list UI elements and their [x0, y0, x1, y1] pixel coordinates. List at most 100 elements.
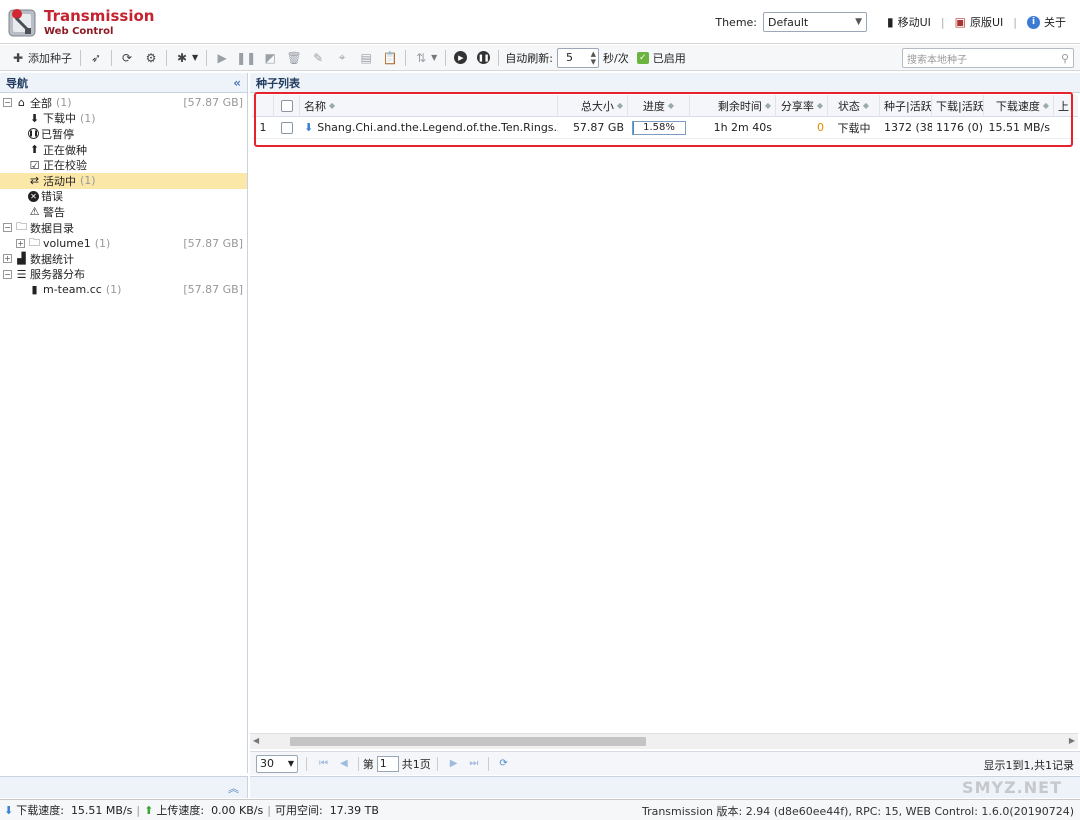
- folder-icon: 🗀: [29, 235, 40, 249]
- start-all-button[interactable]: ➶: [84, 47, 108, 69]
- row-name-cell: ⬇ Shang.Chi.and.the.Legend.of.the.Ten.Ri…: [300, 117, 558, 139]
- select-all-checkbox[interactable]: [280, 99, 293, 112]
- about-link[interactable]: i 关于: [1027, 14, 1066, 30]
- reload-icon[interactable]: ⟳: [493, 758, 513, 769]
- theme-select[interactable]: Default ▼: [763, 12, 868, 32]
- next-page-icon[interactable]: ▶: [444, 758, 464, 769]
- nav-bottom-bar: ︽: [0, 776, 248, 798]
- change-location-button[interactable]: ▤: [354, 47, 378, 69]
- refresh-interval-spinner[interactable]: 5 ▲ ▼: [557, 47, 600, 68]
- col-status[interactable]: 状态 ◆: [828, 94, 880, 117]
- scroll-left-icon[interactable]: ◀: [253, 736, 259, 745]
- spin-down-icon[interactable]: ▼: [591, 58, 596, 66]
- original-ui-link[interactable]: ▣ 原版UI: [955, 14, 1004, 30]
- sort-icon: ◆: [816, 101, 823, 110]
- settings-button[interactable]: ⚙: [139, 47, 163, 69]
- sort-menu-button[interactable]: ⇅ ▼: [409, 47, 442, 69]
- nav-item-active[interactable]: ⇄ 活动中 (1): [0, 172, 247, 189]
- version-info: Transmission 版本: 2.94 (d8e60ee44f), RPC:…: [641, 805, 1074, 818]
- nav-item-label: 正在校验: [43, 159, 87, 173]
- expand-up-icon[interactable]: ︽: [228, 780, 239, 796]
- plugins-menu-button[interactable]: ✱ ▼: [170, 47, 203, 69]
- start-all-circle-button[interactable]: ▶: [449, 47, 472, 69]
- collapse-toggle-icon[interactable]: −: [3, 269, 12, 279]
- page-size-select[interactable]: 30 ▼: [256, 754, 298, 773]
- sort-icon: ◆: [667, 101, 675, 110]
- torrent-remaining: 1h 2m 40s: [713, 121, 772, 134]
- download-icon: ⬇: [29, 111, 40, 125]
- refresh-button[interactable]: ⟳: [115, 47, 139, 69]
- horizontal-scrollbar[interactable]: ◀ ▶: [250, 733, 1078, 749]
- clipboard-icon: 📋: [382, 50, 398, 65]
- nav-item-stats[interactable]: + ▟ 数据统计: [0, 251, 247, 267]
- table-row[interactable]: 1 ⬇ Shang.Chi.and.the.Legend.of.the.Ten.…: [252, 117, 1078, 139]
- remove-torrent-button[interactable]: 🗑: [282, 47, 306, 69]
- rename-button[interactable]: ✎: [306, 47, 330, 69]
- copy-path-button[interactable]: 📋: [378, 47, 402, 69]
- nav-item-mteam[interactable]: ▮ m-team.cc (1) [57.87 GB]: [0, 282, 247, 298]
- nav-item-seeding[interactable]: ⬆ 正在做种: [0, 142, 247, 158]
- collapse-left-icon[interactable]: «: [233, 76, 241, 90]
- nav-item-volume1[interactable]: + 🗀 volume1 (1) [57.87 GB]: [0, 235, 247, 251]
- col-name[interactable]: 名称 ◆: [300, 94, 558, 117]
- sort-icon: ◆: [764, 101, 771, 110]
- start-torrent-button[interactable]: ▶: [210, 47, 234, 69]
- col-extra[interactable]: 上: [1054, 95, 1078, 117]
- mobile-ui-link[interactable]: ▮ 移动UI: [887, 14, 931, 30]
- collapse-toggle-icon[interactable]: −: [3, 98, 12, 108]
- reannounce-button[interactable]: ⌖: [330, 47, 354, 69]
- nav-item-error[interactable]: ✕ 错误: [0, 189, 247, 205]
- download-arrow-icon: ⬇: [4, 803, 14, 817]
- spin-up-icon[interactable]: ▲: [591, 50, 596, 58]
- nav-item-server[interactable]: − ☰ 服务器分布: [0, 267, 247, 283]
- scroll-right-icon[interactable]: ▶: [1069, 736, 1075, 745]
- col-index: [252, 94, 274, 117]
- col-progress[interactable]: 进度 ◆: [628, 94, 690, 117]
- nav-item-count: (1): [56, 96, 72, 110]
- first-page-icon[interactable]: ⏮: [313, 758, 334, 769]
- col-ratio[interactable]: 分享率 ◆: [776, 94, 828, 117]
- expand-toggle-icon[interactable]: +: [3, 254, 12, 264]
- error-icon: ✕: [28, 190, 39, 202]
- nav-item-downloading[interactable]: ⬇ 下载中 (1): [0, 111, 247, 127]
- nav-item-paused[interactable]: ❚❚ 已暂停: [0, 126, 247, 142]
- play-square-icon: ▶: [217, 50, 227, 65]
- progress-bar-fill: [633, 121, 634, 134]
- col-remaining[interactable]: 剩余时间 ◆: [690, 94, 776, 117]
- pause-all-circle-button[interactable]: ❚❚: [472, 47, 495, 69]
- col-select: [274, 94, 300, 117]
- col-speed[interactable]: 下载速度 ◆: [984, 94, 1054, 117]
- nav-item-label: 警告: [43, 205, 65, 219]
- download-speed-label: 下载速度:: [16, 804, 64, 817]
- pager-bar: 30 ▼ ⏮ ◀ 第 1 共1页 ▶ ⏭ ⟳ 显示1到1,共1记录: [250, 751, 1080, 775]
- last-page-icon[interactable]: ⏭: [463, 758, 484, 769]
- add-torrent-button[interactable]: ✚ 添加种子: [6, 47, 77, 69]
- row-checkbox[interactable]: [281, 121, 293, 134]
- col-peers-label: 下载|活跃: [936, 99, 984, 113]
- nav-item-all[interactable]: − ⌂ 全部 (1) [57.87 GB]: [0, 95, 247, 111]
- auto-refresh-checkbox[interactable]: ✓: [636, 51, 649, 64]
- folder-icon: 🗀: [16, 220, 27, 234]
- refresh-icon: ⟳: [121, 50, 133, 65]
- search-input[interactable]: 搜索本地种子 ⚲: [902, 48, 1074, 68]
- nav-item-label: volume1: [43, 236, 91, 250]
- recheck-button[interactable]: ◩: [258, 47, 282, 69]
- sort-icon: ◆: [616, 101, 623, 110]
- torrent-list-title: 种子列表: [256, 76, 300, 90]
- col-peers[interactable]: 下载|活跃: [932, 94, 984, 117]
- scrollbar-thumb[interactable]: [290, 737, 646, 746]
- nav-item-warning[interactable]: ⚠ 警告: [0, 204, 247, 220]
- sort-icon: ◆: [862, 101, 870, 110]
- collapse-toggle-icon[interactable]: −: [3, 223, 12, 233]
- col-size[interactable]: 总大小 ◆: [558, 94, 628, 117]
- free-space-value: 17.39 TB: [329, 803, 379, 817]
- nav-item-checking[interactable]: ☑ 正在校验: [0, 157, 247, 173]
- pause-torrent-button[interactable]: ❚❚: [234, 47, 258, 69]
- page-number-input[interactable]: 1: [376, 755, 399, 772]
- upload-speed-label: 上传速度:: [156, 804, 205, 817]
- prev-page-icon[interactable]: ◀: [334, 758, 354, 769]
- expand-toggle-icon[interactable]: +: [16, 238, 25, 248]
- nav-item-label: 全部: [30, 96, 52, 110]
- antenna-icon: ⌖: [338, 50, 346, 64]
- col-seeds[interactable]: 种子|活跃: [880, 94, 932, 117]
